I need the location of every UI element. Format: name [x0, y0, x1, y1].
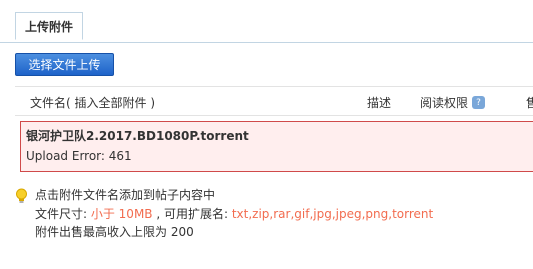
attachment-list-header: 文件名( 插入全部附件 ) 描述 阅读权限 ? 售 [15, 86, 533, 116]
sale-column-header: 售 [526, 96, 533, 110]
allowed-extensions: txt,zip,rar,gif,jpg,jpeg,png,torrent [231, 207, 434, 221]
file-size-label: 文件尺寸: [35, 207, 91, 221]
insert-all-attachments-link[interactable]: 插入全部附件 [75, 96, 147, 110]
upload-error-box: 银河护卫队2.2017.BD1080P.torrent Upload Error… [20, 121, 533, 172]
filename-column-header: 文件名( 插入全部附件 ) [30, 94, 155, 111]
filename-label: 文件名 [30, 96, 67, 110]
read-permission-column-header: 阅读权限 [420, 96, 469, 110]
description-column-header: 描述 [367, 96, 392, 110]
tip-file-size: 文件尺寸: 小于 10MB , 可用扩展名: txt,zip,rar,gif,j… [35, 205, 433, 222]
tip-click-insert: 点击附件文件名添加到帖子内容中 [35, 188, 216, 202]
error-message: Upload Error: 461 [26, 149, 132, 163]
upload-panel: 上传附件 选择文件上传 文件名( 插入全部附件 ) 描述 阅读权限 ? 售 银河… [0, 0, 533, 269]
insert-all-suffix: ) [146, 96, 156, 110]
extensions-label: , 可用扩展名: [152, 207, 232, 221]
tab-bar: 上传附件 [0, 0, 533, 43]
help-icon[interactable]: ? [472, 96, 485, 109]
lightbulb-icon [16, 188, 27, 203]
tab-upload-attachment[interactable]: 上传附件 [15, 12, 83, 40]
insert-all-prefix: ( [66, 96, 75, 110]
file-size-limit: 小于 10MB [90, 207, 153, 221]
select-file-upload-button[interactable]: 选择文件上传 [15, 53, 114, 76]
error-filename: 银河护卫队2.2017.BD1080P.torrent [26, 129, 249, 143]
tip-sale-limit: 附件出售最高收入上限为 200 [35, 225, 194, 239]
